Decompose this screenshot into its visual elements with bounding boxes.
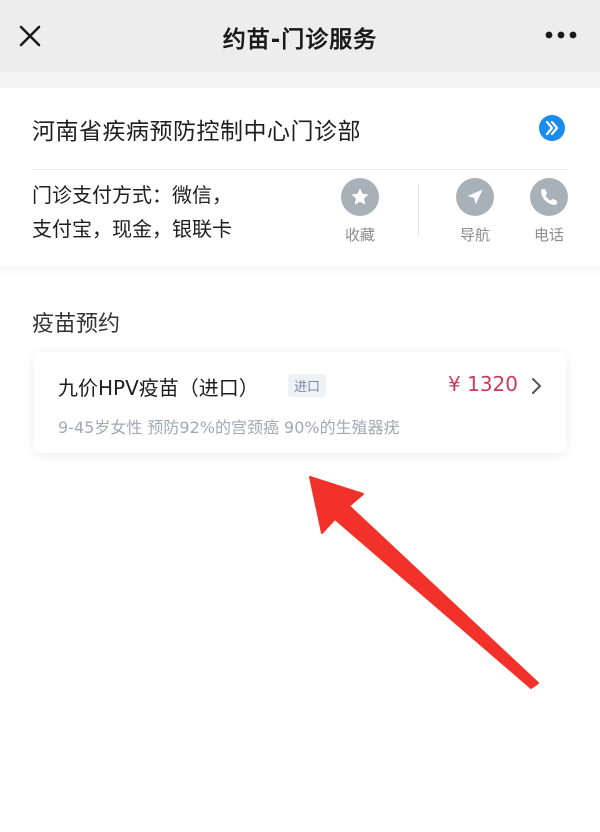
vaccine-price: ¥ 1320	[448, 372, 518, 396]
star-icon	[351, 188, 369, 205]
navigate-icon-circle	[456, 178, 494, 216]
vaccine-card-hpv9[interactable]: 九价HPV疫苗（进口） 进口 ¥ 1320 9-45岁女性 预防92%的宫颈癌 …	[34, 352, 566, 453]
vaccine-name: 九价HPV疫苗（进口）	[58, 376, 259, 400]
import-badge: 进口	[288, 374, 327, 397]
phone-label: 电话	[533, 226, 564, 244]
favorite-button[interactable]: 收藏	[328, 178, 392, 245]
favorite-label: 收藏	[344, 226, 375, 244]
navigation-arrow-icon	[467, 189, 483, 205]
chevron-right-circle-icon[interactable]	[538, 114, 566, 142]
favorite-icon-circle	[341, 178, 379, 216]
more-icon[interactable]	[544, 28, 578, 42]
phone-icon	[541, 189, 557, 205]
chevron-right-icon	[532, 378, 541, 394]
section-title: 疫苗预约	[32, 312, 121, 337]
vaccine-description: 9-45岁女性 预防92%的宫颈癌 90%的生殖器疣	[58, 418, 400, 437]
phone-icon-circle	[530, 178, 568, 216]
phone-button[interactable]: 电话	[517, 178, 581, 245]
navigate-button[interactable]: 导航	[443, 178, 507, 245]
card-divider	[32, 169, 568, 170]
clinic-info-card: 河南省疾病预防控制中心门诊部 门诊支付方式：微信， 支付宝，现金，银联卡 收藏 …	[0, 88, 600, 266]
clinic-name[interactable]: 河南省疾病预防控制中心门诊部	[32, 112, 361, 146]
payment-line-2: 支付宝，现金，银联卡	[32, 217, 232, 241]
payment-methods: 门诊支付方式：微信， 支付宝，现金，银联卡	[32, 178, 292, 246]
navigate-label: 导航	[459, 226, 490, 244]
payment-line-1: 门诊支付方式：微信，	[32, 183, 232, 207]
page-title: 约苗-门诊服务	[222, 27, 378, 53]
header-gap	[0, 72, 600, 88]
action-divider	[418, 184, 419, 236]
nav-bar: 约苗-门诊服务	[0, 0, 600, 72]
